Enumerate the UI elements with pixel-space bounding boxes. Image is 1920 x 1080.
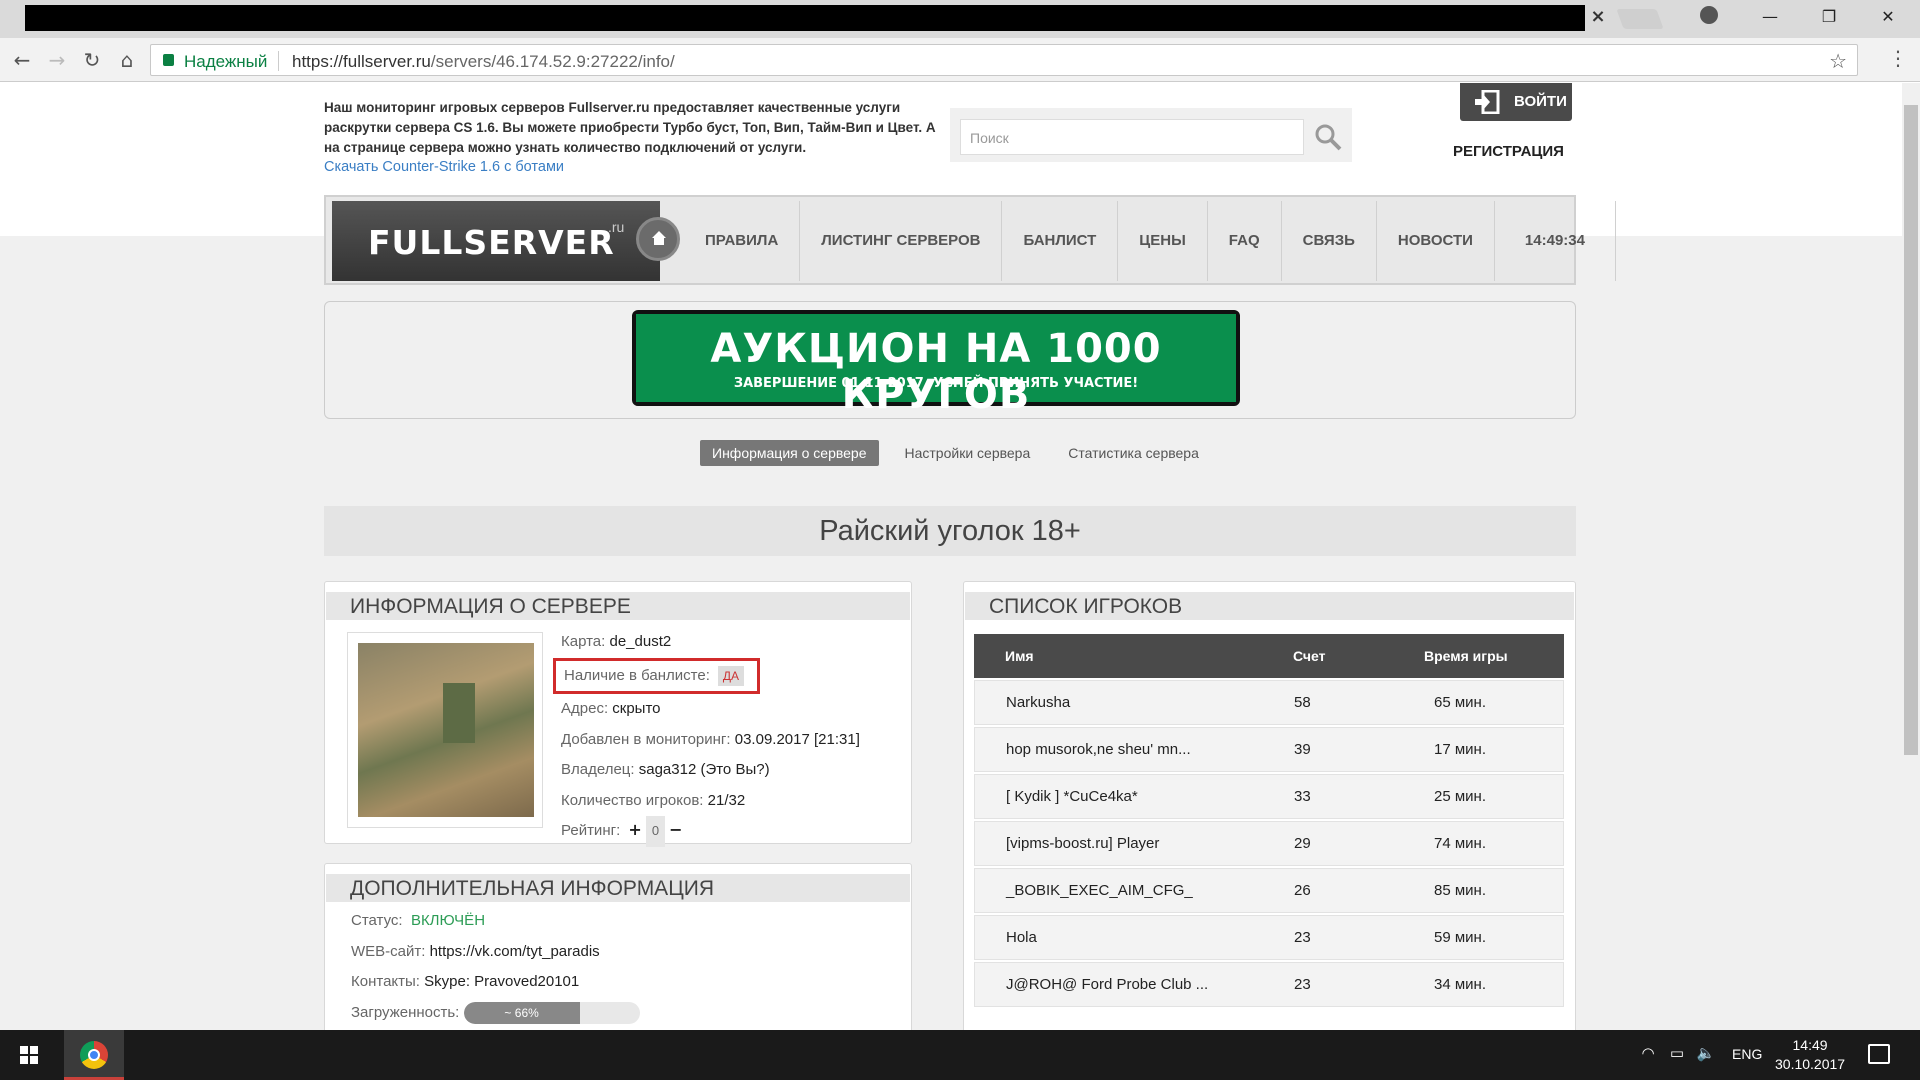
website-row: WEB-сайт: https://vk.com/tyt_paradis (351, 942, 600, 960)
extra-info-title: ДОПОЛНИТЕЛЬНАЯ ИНФОРМАЦИЯ (326, 874, 910, 902)
notifications-icon[interactable] (1868, 1044, 1890, 1064)
url-field[interactable]: Надежный https://fullserver.ru/servers/4… (150, 44, 1858, 76)
load-row: Загруженность: ~ 66% (351, 998, 640, 1029)
players-table: Имя Счет Время игры Narkusha 58 65 мин. ho… (974, 634, 1564, 1007)
intro-text: Наш мониторинг игровых серверов Fullserv… (324, 100, 936, 155)
nav-clock: 14:49:34 (1495, 201, 1616, 281)
restore-icon[interactable]: ❐ (1806, 0, 1852, 34)
new-tab-button[interactable] (1616, 9, 1664, 29)
website-link[interactable]: https://vk.com/tyt_paradis (430, 943, 600, 960)
banner-subtitle: ЗАВЕРШЕНИЕ 01.11.2017. УСПЕЙ ПРИНЯТЬ УЧА… (733, 376, 1139, 391)
banlist-badge: ДА (717, 665, 745, 686)
map-thumbnail (347, 632, 543, 828)
lock-icon (163, 54, 174, 66)
windows-start-icon[interactable] (0, 1030, 58, 1080)
home-icon[interactable]: ⌂ (113, 46, 141, 74)
table-row: [ Kydik ] *CuCe4ka* 33 25 мин. (974, 774, 1564, 819)
status-row: Статус: ВКЛЮЧЁН (351, 912, 486, 929)
language-indicator[interactable]: ENG (1732, 1046, 1762, 1062)
tab-server-stats[interactable]: Статистика сервера (1056, 440, 1211, 466)
main-nav: FULLSERVER .ru ПРАВИЛА ЛИСТИНГ СЕРВЕРОВ … (324, 195, 1616, 285)
tab-strip[interactable] (25, 5, 1585, 31)
taskbar-chrome[interactable] (64, 1030, 124, 1080)
menu-icon[interactable]: ⋮ (1888, 46, 1908, 70)
server-info-title: ИНФОРМАЦИЯ О СЕРВЕРЕ (326, 592, 910, 620)
reload-icon[interactable]: ↻ (78, 46, 106, 74)
map-row: Карта: de_dust2 (561, 633, 672, 650)
players-panel: СПИСОК ИГРОКОВ Имя Счет Время игры Narku… (963, 581, 1576, 1030)
status-value: ВКЛЮЧЁН (410, 912, 486, 929)
players-count-row: Количество игроков: 21/32 (561, 791, 746, 809)
close-window-icon[interactable]: ✕ (1865, 0, 1911, 34)
nav-banlist[interactable]: БАНЛИСТ (1002, 201, 1119, 281)
table-row: J@ROH@ Ford Probe Club ... 23 34 мин. (974, 962, 1564, 1007)
volume-icon[interactable]: 🔈 (1696, 1044, 1716, 1064)
table-row: _BOBIK_EXEC_AIM_CFG_ 26 85 мин. (974, 868, 1564, 913)
site-logo[interactable]: FULLSERVER .ru (332, 201, 660, 281)
table-row: Hola 23 59 мин. (974, 915, 1564, 960)
forward-icon[interactable]: → (43, 46, 71, 74)
owner-row: Владелец: saga312 (Это Вы?) (561, 761, 770, 778)
table-row: Narkusha 58 65 мин. (974, 680, 1564, 725)
wifi-icon[interactable]: ◠ (1638, 1044, 1658, 1064)
account-icon[interactable] (1700, 6, 1718, 24)
table-row: hop musorok,ne sheu' mn... 39 17 мин. (974, 727, 1564, 772)
table-row: [vipms-boost.ru] Player 29 74 мин. (974, 821, 1564, 866)
rating-value: 0 (645, 816, 666, 847)
col-name[interactable]: Имя (1005, 634, 1034, 678)
address-row: Адрес: скрыто (561, 700, 661, 717)
rating-plus-icon[interactable]: + (628, 820, 641, 839)
rating-minus-icon[interactable]: − (669, 820, 682, 839)
banlist-row: Наличие в банлисте: ДА (553, 657, 860, 694)
house-icon (652, 231, 666, 245)
download-link[interactable]: Скачать Counter-Strike 1.6 с ботами (324, 159, 564, 175)
taskbar-clock[interactable]: 14:49 30.10.2017 (1775, 1036, 1845, 1074)
title-bar: × — ❐ ✕ (0, 0, 1920, 38)
nav-news[interactable]: НОВОСТИ (1377, 201, 1495, 281)
search-icon[interactable] (1314, 123, 1342, 151)
players-title: СПИСОК ИГРОКОВ (965, 592, 1574, 620)
load-progress-bar: ~ 66% (463, 1001, 640, 1024)
server-name: Райский уголок 18+ (819, 515, 1081, 547)
tab-server-info[interactable]: Информация о сервере (700, 440, 879, 466)
back-icon[interactable]: ← (8, 46, 36, 74)
login-icon (1475, 90, 1500, 114)
search-box: Поиск (950, 108, 1352, 162)
home-button[interactable] (636, 217, 680, 261)
rating-row: Рейтинг: +0− (561, 816, 860, 847)
search-input[interactable]: Поиск (960, 119, 1304, 155)
battery-icon[interactable]: ▭ (1667, 1044, 1687, 1064)
added-row: Добавлен в мониторинг: 03.09.2017 [21:31… (561, 730, 860, 748)
server-tabs: Информация о сервере Настройки сервера С… (700, 440, 1211, 466)
minimize-icon[interactable]: — (1747, 0, 1793, 34)
nav-faq[interactable]: FAQ (1208, 201, 1282, 281)
chrome-icon (80, 1041, 108, 1069)
map-image (358, 643, 534, 817)
secure-label: Надежный (184, 52, 268, 71)
server-title-bar: Райский уголок 18+ (324, 506, 1576, 556)
banner-title: АУКЦИОН НА 1000 КРУГОВ (710, 326, 1162, 418)
url-text: https://fullserver.ru/servers/46.174.52.… (292, 52, 675, 71)
nav-server-listing[interactable]: ЛИСТИНГ СЕРВЕРОВ (800, 201, 1003, 281)
tab-server-settings[interactable]: Настройки сервера (893, 440, 1043, 466)
col-time[interactable]: Время игры (1424, 634, 1508, 678)
scrollbar-thumb[interactable] (1904, 105, 1918, 755)
table-header: Имя Счет Время игры (974, 634, 1564, 678)
bookmark-star-icon[interactable]: ☆ (1829, 49, 1847, 73)
col-score[interactable]: Счет (1293, 634, 1326, 678)
nav-rules[interactable]: ПРАВИЛА (684, 201, 801, 281)
contacts-row: Контакты: Skype: Pravoved20101 (351, 973, 580, 990)
taskbar: ◠ ▭ 🔈 ENG 14:49 30.10.2017 (0, 1030, 1920, 1080)
nav-prices[interactable]: ЦЕНЫ (1118, 201, 1208, 281)
register-link[interactable]: РЕГИСТРАЦИЯ (1453, 143, 1564, 160)
server-info-panel: ИНФОРМАЦИЯ О СЕРВЕРЕ Карта: de_dust2 Нал… (324, 581, 912, 847)
tab-close-icon[interactable]: × (1587, 6, 1609, 28)
nav-contact[interactable]: СВЯЗЬ (1282, 201, 1377, 281)
login-button[interactable]: ВОЙТИ (1460, 83, 1572, 121)
auction-banner[interactable]: АУКЦИОН НА 1000 КРУГОВ ЗАВЕРШЕНИЕ 01.11.… (632, 310, 1240, 418)
web-page: Наш мониторинг игровых серверов Fullserv… (0, 83, 1902, 1030)
address-bar: ← → ↻ ⌂ Надежный https://fullserver.ru/s… (0, 38, 1920, 82)
extra-info-panel: ДОПОЛНИТЕЛЬНАЯ ИНФОРМАЦИЯ Статус: ВКЛЮЧЁ… (324, 863, 912, 1030)
